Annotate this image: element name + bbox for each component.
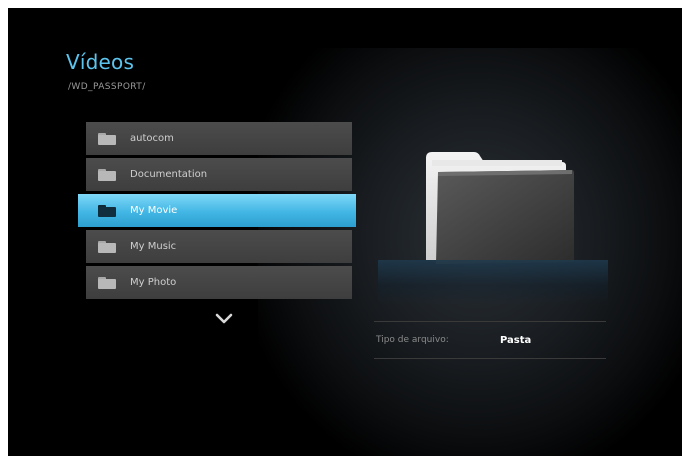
list-item-documentation[interactable]: Documentation: [86, 158, 352, 191]
folder-icon: [98, 276, 116, 289]
list-item-my-movie[interactable]: My Movie: [78, 194, 356, 227]
page-title: Vídeos: [66, 50, 135, 74]
folder-icon: [98, 204, 116, 217]
folder-icon: [98, 240, 116, 253]
list-item-label: My Photo: [130, 277, 177, 288]
list-item-autocom[interactable]: autocom: [86, 122, 352, 155]
list-item-label: autocom: [130, 133, 174, 144]
folder-icon: [98, 168, 116, 181]
breadcrumb-path: /WD_PASSPORT/: [68, 82, 146, 92]
list-item-label: My Movie: [130, 205, 178, 216]
file-list: autocom Documentation My Movie My Music …: [78, 122, 356, 302]
list-item-label: Documentation: [130, 169, 208, 180]
folder-preview-icon: [426, 152, 574, 264]
list-item-label: My Music: [130, 241, 177, 252]
folder-reflection: [378, 260, 608, 306]
chevron-down-icon[interactable]: [214, 313, 234, 325]
file-info-row: Tipo de arquivo: Pasta: [374, 321, 606, 359]
file-type-value: Pasta: [500, 334, 532, 346]
list-item-my-photo[interactable]: My Photo: [86, 266, 352, 299]
folder-icon: [98, 132, 116, 145]
media-player-screen: Vídeos /WD_PASSPORT/ autocom Documentati…: [8, 8, 682, 456]
list-item-my-music[interactable]: My Music: [86, 230, 352, 263]
file-type-label: Tipo de arquivo:: [376, 335, 449, 345]
